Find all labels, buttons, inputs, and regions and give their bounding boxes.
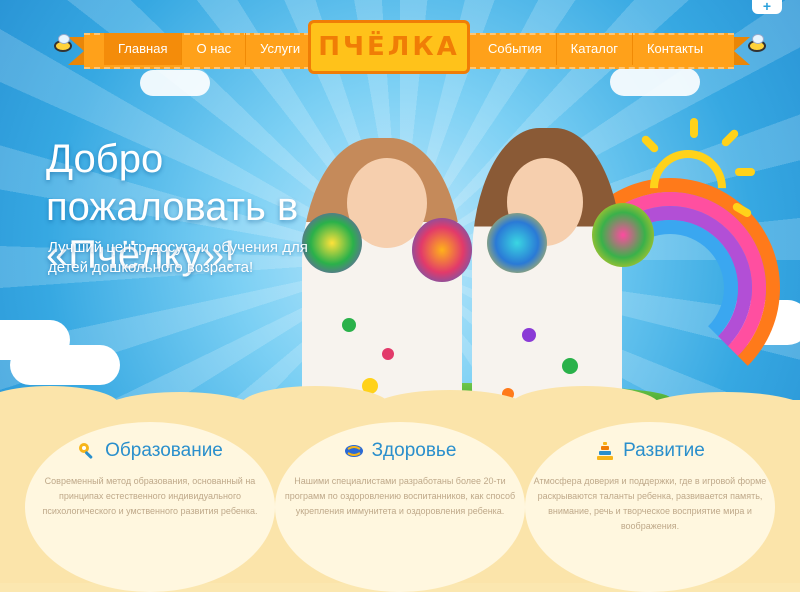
site-logo[interactable]: ПЧЁЛКА: [308, 20, 470, 74]
main-nav-left: Главная О нас Услуги: [104, 33, 314, 65]
painted-hand: [412, 218, 472, 282]
rattle-icon: [77, 441, 97, 461]
feature-health: Здоровье Нашими специалистами разработан…: [280, 440, 520, 580]
nav-item-events[interactable]: События: [474, 33, 557, 65]
nav-item-contacts[interactable]: Контакты: [633, 33, 717, 65]
ribbon-tail-left: [68, 37, 84, 65]
feature-description: Атмосфера доверия и поддержки, где в игр…: [533, 476, 767, 531]
feature-title: Здоровье: [371, 440, 457, 461]
bee-icon: [748, 34, 766, 52]
painted-hand: [487, 213, 547, 273]
logo-text: ПЧЁЛКА: [318, 32, 460, 62]
bee-icon: [54, 34, 72, 52]
cloud-top-right: [610, 68, 700, 96]
feature-description: Нашими специалистами разработаны более 2…: [284, 476, 516, 516]
nav-item-services[interactable]: Услуги: [246, 33, 314, 65]
pyramid-icon: [595, 441, 615, 461]
feature-education: Образование Современный метод образовани…: [30, 440, 270, 580]
cloud-top-left: [140, 70, 210, 96]
sun-ray: [735, 168, 755, 176]
main-nav-right: События Каталог Контакты: [474, 33, 717, 65]
feature-description: Современный метод образования, основанны…: [42, 476, 258, 516]
paint-spot: [522, 328, 536, 342]
ball-icon: [344, 441, 364, 461]
paint-spot: [342, 318, 356, 332]
sun-ray: [690, 118, 698, 138]
hero-tagline: Лучший центр досуга и обучения для детей…: [48, 239, 308, 276]
nav-item-about[interactable]: О нас: [182, 33, 247, 65]
ribbon-tail-right: [734, 37, 750, 65]
feature-title: Развитие: [623, 440, 705, 461]
feature-development: Развитие Атмосфера доверия и поддержки, …: [530, 440, 770, 580]
painted-hand: [592, 203, 654, 267]
nav-item-catalog[interactable]: Каталог: [557, 33, 633, 65]
nav-item-home[interactable]: Главная: [104, 33, 183, 65]
expand-toggle-button[interactable]: +: [752, 0, 782, 14]
paint-spot: [382, 348, 394, 360]
feature-title: Образование: [105, 440, 223, 461]
scallop-edge: [510, 386, 660, 426]
paint-spot: [562, 358, 578, 374]
scallop-edge: [240, 386, 390, 426]
cloud-left: [10, 345, 120, 385]
